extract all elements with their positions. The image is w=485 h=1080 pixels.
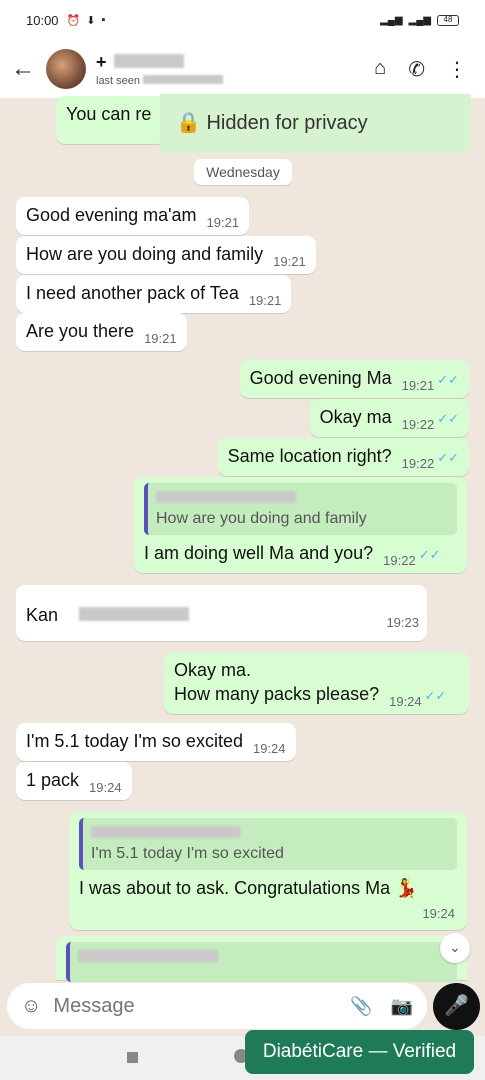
message-text: I was about to ask. Congratulations Ma 💃 <box>79 878 418 898</box>
read-receipt-icon: ✓✓ <box>424 688 447 703</box>
alarm-icon: ⏰ <box>66 14 81 27</box>
day-chip: Wednesday <box>194 159 292 185</box>
quoted-sender <box>156 487 449 507</box>
message-text: How are you doing and family <box>26 244 264 264</box>
message-time: 19:22 <box>401 456 435 471</box>
message-text: I'm 5.1 today I'm so excited <box>26 731 243 751</box>
read-receipt-icon: ✓✓ <box>437 411 459 426</box>
recents-icon[interactable] <box>127 1052 138 1063</box>
emoji-icon[interactable]: ☺ <box>21 995 41 1018</box>
status-bar: 10:00 ⏰ ⬇ ▪ ▂▄▆ ▂▄▆ 48 <box>0 0 485 40</box>
message-bubble[interactable]: Good evening ma'am 19:21 <box>16 197 250 235</box>
privacy-banner: 🔒 Hidden for privacy <box>160 94 471 153</box>
quoted-message <box>66 942 457 982</box>
read-receipt-icon: ✓✓ <box>418 547 441 562</box>
message-time: 19:21 <box>401 378 435 393</box>
scroll-down-icon[interactable]: ⌄ <box>440 933 470 963</box>
quoted-message[interactable]: I'm 5.1 today I'm so excited <box>79 818 457 870</box>
message-bubble[interactable]: Kan 19:23 <box>16 585 427 641</box>
message-text: Good evening ma'am <box>26 205 197 225</box>
message-bubble-reply[interactable]: How are you doing and family I am doing … <box>134 477 467 573</box>
camera-icon[interactable]: 📷 <box>391 996 413 1017</box>
blurred-line <box>26 591 417 603</box>
signal-icon-2: ▂▄▆ <box>408 14 431 26</box>
last-seen: last seen <box>96 74 224 87</box>
quoted-text: I'm 5.1 today I'm so excited <box>91 845 284 862</box>
battery-icon: 48 <box>437 14 459 26</box>
message-input[interactable] <box>53 994 343 1018</box>
message-text: Okay ma <box>319 407 392 427</box>
read-receipt-icon: ✓✓ <box>437 372 459 387</box>
message-time: 19:24 <box>422 906 455 921</box>
attach-icon[interactable]: 📎 <box>350 996 372 1017</box>
signal-icon: ▂▄▆ <box>380 14 403 26</box>
message-bubble-reply[interactable]: I'm 5.1 today I'm so excited I was about… <box>69 812 467 930</box>
message-bubble[interactable]: Okay ma. How many packs please? 19:24 ✓✓ <box>164 652 469 714</box>
message-time: 19:21 <box>248 293 282 308</box>
message-bubble[interactable]: Same location right? 19:22 ✓✓ <box>217 438 469 476</box>
message-text: Okay ma. <box>174 660 252 680</box>
message-text: Good evening Ma <box>249 368 392 388</box>
message-bubble-partial[interactable]: You can re <box>56 96 166 144</box>
quoted-message[interactable]: How are you doing and family <box>144 483 457 535</box>
message-time: 19:23 <box>386 615 419 630</box>
message-time: 19:21 <box>273 254 306 269</box>
message-bubble[interactable]: I need another pack of Tea 19:21 <box>16 275 292 313</box>
message-text-2: How many packs please? <box>174 684 380 704</box>
contact-name: + <box>96 52 223 73</box>
message-text: Same location right? <box>227 446 392 466</box>
message-time: 19:22 <box>383 553 416 568</box>
contact-info[interactable]: + last seen <box>96 52 224 87</box>
message-text: You can re <box>66 104 152 124</box>
quoted-text: How are you doing and family <box>156 510 367 527</box>
status-time: 10:00 <box>26 12 59 28</box>
message-text: 1 pack <box>26 770 80 790</box>
message-bubble[interactable]: 1 pack 19:24 <box>16 762 132 800</box>
message-bubble[interactable]: Good evening Ma 19:21 ✓✓ <box>239 360 469 398</box>
message-bubble[interactable]: Okay ma 19:22 ✓✓ <box>309 399 469 437</box>
more-vertical-icon[interactable]: ⋮ <box>447 57 467 82</box>
message-bubble-partial[interactable] <box>56 936 467 982</box>
read-receipt-icon: ✓✓ <box>437 450 459 465</box>
avatar[interactable] <box>46 49 86 89</box>
download-icon: ⬇ <box>86 14 96 27</box>
message-time: 19:24 <box>89 780 122 795</box>
mic-icon[interactable]: 🎤 <box>433 983 480 1030</box>
label-icon[interactable]: ⌂ <box>374 57 386 82</box>
message-bubble[interactable]: I'm 5.1 today I'm so excited 19:24 <box>16 723 296 761</box>
quoted-sender <box>91 822 449 842</box>
message-bubble[interactable]: Are you there 19:21 <box>16 313 187 351</box>
message-time: 19:24 <box>389 694 422 709</box>
message-time: 19:21 <box>206 215 240 230</box>
message-time: 19:24 <box>252 741 286 756</box>
message-time: 19:21 <box>144 331 177 346</box>
message-time: 19:22 <box>401 417 435 432</box>
verified-badge: DiabétiCare — Verified <box>245 1030 474 1074</box>
back-arrow-icon[interactable]: ← <box>0 55 46 83</box>
chat-header: ← + last seen ⌂ ✆ ⋮ <box>0 40 485 98</box>
status-right: ▂▄▆ ▂▄▆ 48 <box>380 14 459 26</box>
header-actions: ⌂ ✆ ⋮ <box>374 57 467 82</box>
message-text: Kan <box>26 605 59 625</box>
add-call-icon[interactable]: ✆ <box>408 57 425 82</box>
message-text: I am doing well Ma and you? <box>144 543 374 563</box>
message-bubble[interactable]: How are you doing and family 19:21 <box>16 236 316 274</box>
message-input-bar: ☺ 📎 📷 <box>7 983 427 1029</box>
blurred-content <box>79 607 190 621</box>
message-text: Are you there <box>26 321 135 341</box>
message-text: I need another pack of Tea <box>26 283 239 303</box>
notification-icon: ▪ <box>101 14 106 26</box>
